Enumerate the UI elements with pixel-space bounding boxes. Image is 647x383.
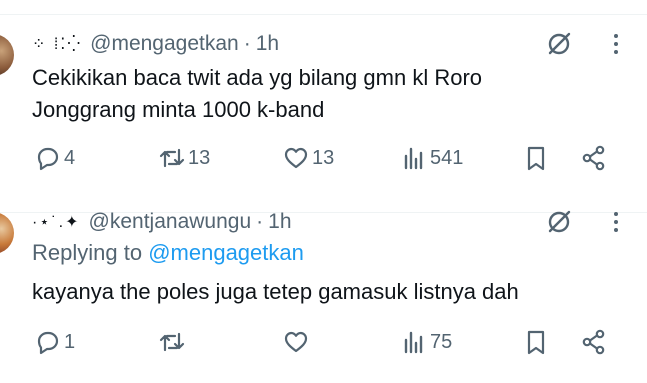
tweet-text: kayanya the poles juga tetep gamasuk lis… bbox=[32, 276, 519, 308]
like-button[interactable]: 13 bbox=[282, 142, 334, 174]
grok-icon[interactable] bbox=[545, 30, 573, 58]
header-icons bbox=[545, 208, 619, 236]
display-name[interactable]: ⁘ ⁞⁚⁛ bbox=[32, 34, 82, 54]
action-bar: 1 75 bbox=[32, 326, 619, 358]
tweet-text-line: Cekikikan baca twit ada yg bilang gmn kl… bbox=[32, 65, 483, 90]
share-icon bbox=[582, 329, 605, 355]
share-icon bbox=[582, 145, 605, 171]
separator: · bbox=[243, 32, 251, 55]
reply-button[interactable]: 4 bbox=[34, 142, 75, 174]
bookmark-button[interactable] bbox=[522, 326, 550, 358]
reply-button[interactable]: 1 bbox=[34, 326, 75, 358]
like-button[interactable] bbox=[282, 326, 312, 358]
timestamp[interactable]: 1h bbox=[256, 32, 279, 56]
action-bar: 4 13 13 541 bbox=[32, 142, 619, 174]
tweet-header: ⁘ ⁞⁚⁛ @mengagetkan · 1h bbox=[32, 30, 279, 58]
share-button[interactable] bbox=[580, 326, 608, 358]
retweet-icon bbox=[159, 148, 185, 168]
views-button[interactable]: 541 bbox=[400, 142, 463, 174]
reply-icon bbox=[37, 147, 59, 171]
tweet[interactable]: ⁘ ⁞⁚⁛ @mengagetkan · 1h Cekikikan baca t… bbox=[0, 22, 647, 213]
retweet-button[interactable] bbox=[158, 326, 188, 358]
tweet-header: ·⋆˙.✦ @kentjanawungu · 1h bbox=[32, 208, 292, 236]
replying-label: Replying to bbox=[32, 240, 143, 265]
timestamp[interactable]: 1h bbox=[268, 210, 291, 234]
views-button[interactable]: 75 bbox=[400, 326, 452, 358]
more-icon[interactable] bbox=[613, 32, 619, 56]
tweet-text: Cekikikan baca twit ada yg bilang gmn kl… bbox=[32, 62, 482, 126]
more-icon[interactable] bbox=[613, 210, 619, 234]
bookmark-icon bbox=[527, 146, 545, 171]
share-button[interactable] bbox=[580, 142, 608, 174]
replying-to: Replying to @mengagetkan bbox=[32, 240, 304, 266]
reply-count: 4 bbox=[64, 146, 76, 169]
view-count: 541 bbox=[430, 146, 464, 169]
like-count: 13 bbox=[312, 146, 335, 169]
like-icon bbox=[284, 331, 308, 353]
avatar[interactable] bbox=[0, 34, 14, 76]
bookmark-button[interactable] bbox=[522, 142, 550, 174]
view-count: 75 bbox=[430, 330, 453, 353]
retweet-count: 13 bbox=[188, 146, 211, 169]
grok-icon[interactable] bbox=[545, 208, 573, 236]
reply-icon bbox=[37, 331, 59, 355]
retweet-icon bbox=[159, 332, 185, 352]
tweet-text-line: kayanya the poles juga tetep gamasuk lis… bbox=[32, 279, 519, 304]
reply-count: 1 bbox=[64, 330, 76, 353]
views-icon bbox=[404, 147, 423, 170]
tweet-text-line: Jonggrang minta 1000 k-band bbox=[32, 97, 325, 122]
retweet-button[interactable]: 13 bbox=[158, 142, 210, 174]
handle[interactable]: @mengagetkan bbox=[90, 32, 239, 56]
header-icons bbox=[545, 30, 619, 58]
like-icon bbox=[284, 147, 308, 169]
display-name[interactable]: ·⋆˙.✦ bbox=[32, 212, 81, 232]
mention-link[interactable]: @mengagetkan bbox=[148, 240, 304, 265]
separator: · bbox=[256, 210, 264, 233]
top-divider bbox=[0, 14, 647, 15]
avatar[interactable] bbox=[0, 212, 14, 254]
bookmark-icon bbox=[527, 330, 545, 355]
handle[interactable]: @kentjanawungu bbox=[89, 210, 252, 234]
views-icon bbox=[404, 331, 423, 354]
tweet[interactable]: ·⋆˙.✦ @kentjanawungu · 1h Replying to @m… bbox=[0, 200, 647, 375]
